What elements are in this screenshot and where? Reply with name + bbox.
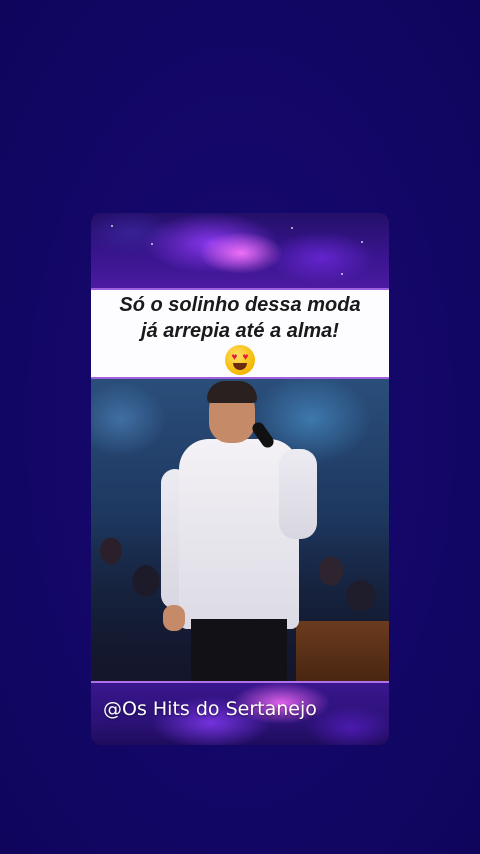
singer-photo xyxy=(91,379,389,681)
nebula-banner-top xyxy=(91,213,389,288)
singer-figure xyxy=(161,379,321,681)
channel-watermark: @Os Hits do Sertanejo xyxy=(103,698,317,720)
heart-eyes-emoji-icon: ♥ ♥ xyxy=(225,345,255,375)
video-card: Só o solinho dessa moda já arrepia até a… xyxy=(91,213,389,745)
caption-line-1: Só o solinho dessa moda xyxy=(119,294,361,316)
caption-line-2: já arrepia até a alma! xyxy=(141,320,339,342)
nebula-banner-bottom: @Os Hits do Sertanejo xyxy=(91,681,389,745)
caption-box: Só o solinho dessa moda já arrepia até a… xyxy=(91,288,389,379)
